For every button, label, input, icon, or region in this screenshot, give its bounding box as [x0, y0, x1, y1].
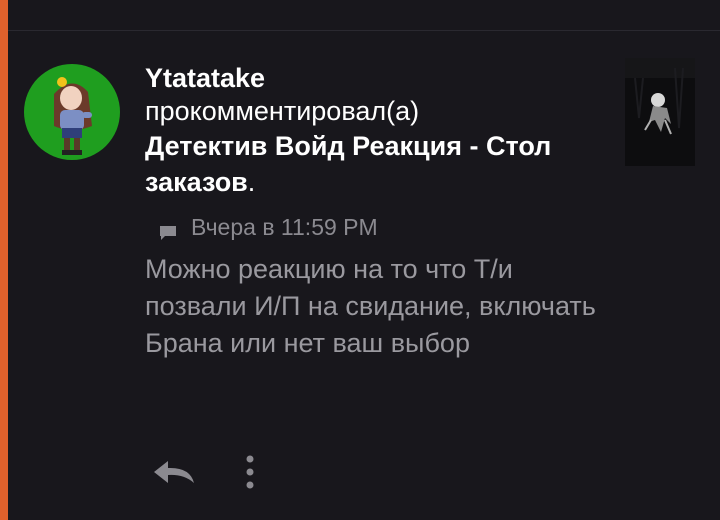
more-options-button[interactable]: [240, 455, 260, 494]
post-thumbnail[interactable]: [625, 58, 695, 166]
title-period: .: [247, 167, 256, 197]
reply-button[interactable]: [150, 458, 198, 490]
user-avatar[interactable]: [24, 64, 120, 160]
reply-icon: [152, 459, 196, 490]
timestamp: Вчера в 11:59 PM: [191, 214, 378, 240]
comment-icon: [159, 220, 177, 240]
username[interactable]: Ytatatake: [145, 62, 605, 94]
top-divider: [8, 30, 720, 31]
comment-text: Можно реакцию на то что Т/и позвали И/П …: [145, 254, 596, 358]
post-title-text[interactable]: Детектив Войд Реакция - Стол заказов: [145, 131, 551, 197]
comment-meta: Вчера в 11:59 PM: [159, 214, 605, 241]
notification-content: Ytatatake прокомментировал(а) Детектив В…: [145, 62, 605, 362]
notification-actions: [150, 455, 260, 494]
more-vertical-icon: [245, 455, 255, 494]
unread-accent-bar: [0, 0, 8, 520]
notification-card[interactable]: Ytatatake прокомментировал(а) Детектив В…: [0, 0, 720, 520]
action-text: прокомментировал(а): [145, 96, 420, 126]
post-title-link[interactable]: Детектив Войд Реакция - Стол заказов.: [145, 128, 575, 200]
